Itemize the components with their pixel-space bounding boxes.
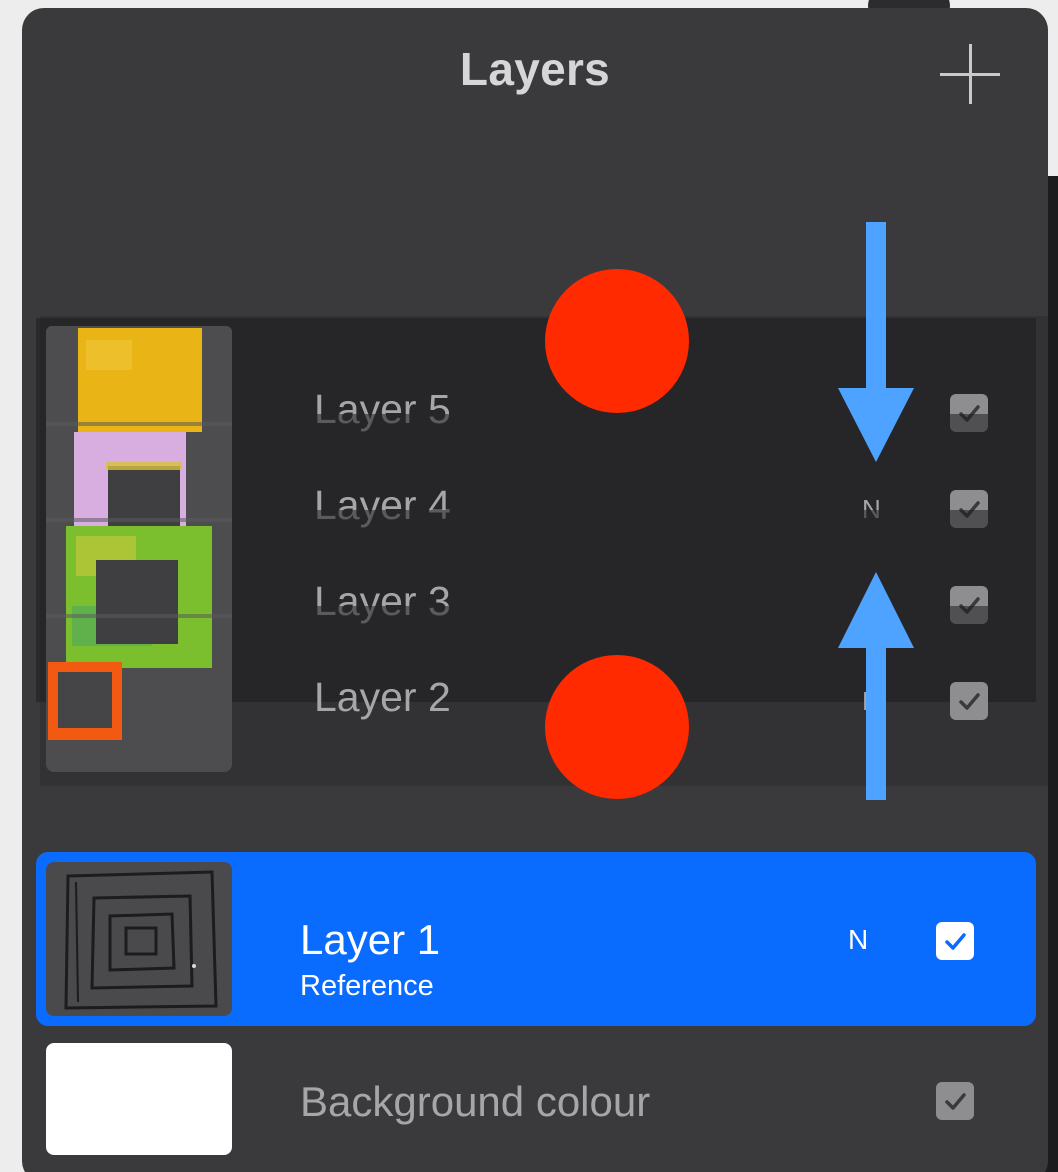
background-colour-row[interactable]: Background colour [36, 1042, 1036, 1162]
blend-mode-button[interactable]: N [848, 924, 868, 956]
layer-row-1-selected[interactable]: Layer 1 Reference N [36, 852, 1036, 1026]
check-icon [959, 693, 980, 710]
visibility-checkbox[interactable] [950, 682, 988, 720]
layer-label: Layer 2 [314, 674, 451, 720]
visibility-checkbox[interactable] [936, 922, 974, 960]
layers-panel: Layers Layer 5 N Layer 4 N Layer 3 N Lay… [22, 8, 1048, 1172]
check-icon [945, 933, 966, 950]
add-layer-button[interactable] [940, 44, 1000, 104]
visibility-checkbox[interactable] [936, 1082, 974, 1120]
background-colour-swatch[interactable] [46, 1043, 232, 1155]
layers-screen: Layers Layer 5 N Layer 4 N Layer 3 N Lay… [0, 0, 1058, 1172]
layer-subtitle: Reference [300, 970, 434, 1002]
blend-mode-button[interactable]: N [862, 686, 881, 717]
concentric-squares-sketch [64, 870, 218, 1010]
panel-title: Layers [459, 43, 611, 95]
background-colour-label: Background colour [300, 1078, 651, 1125]
check-icon [945, 1093, 966, 1110]
stacked-layer-thumbnails [46, 326, 232, 772]
layer-thumbnail [46, 862, 232, 1016]
layer-label: Layer 1 [300, 916, 441, 963]
